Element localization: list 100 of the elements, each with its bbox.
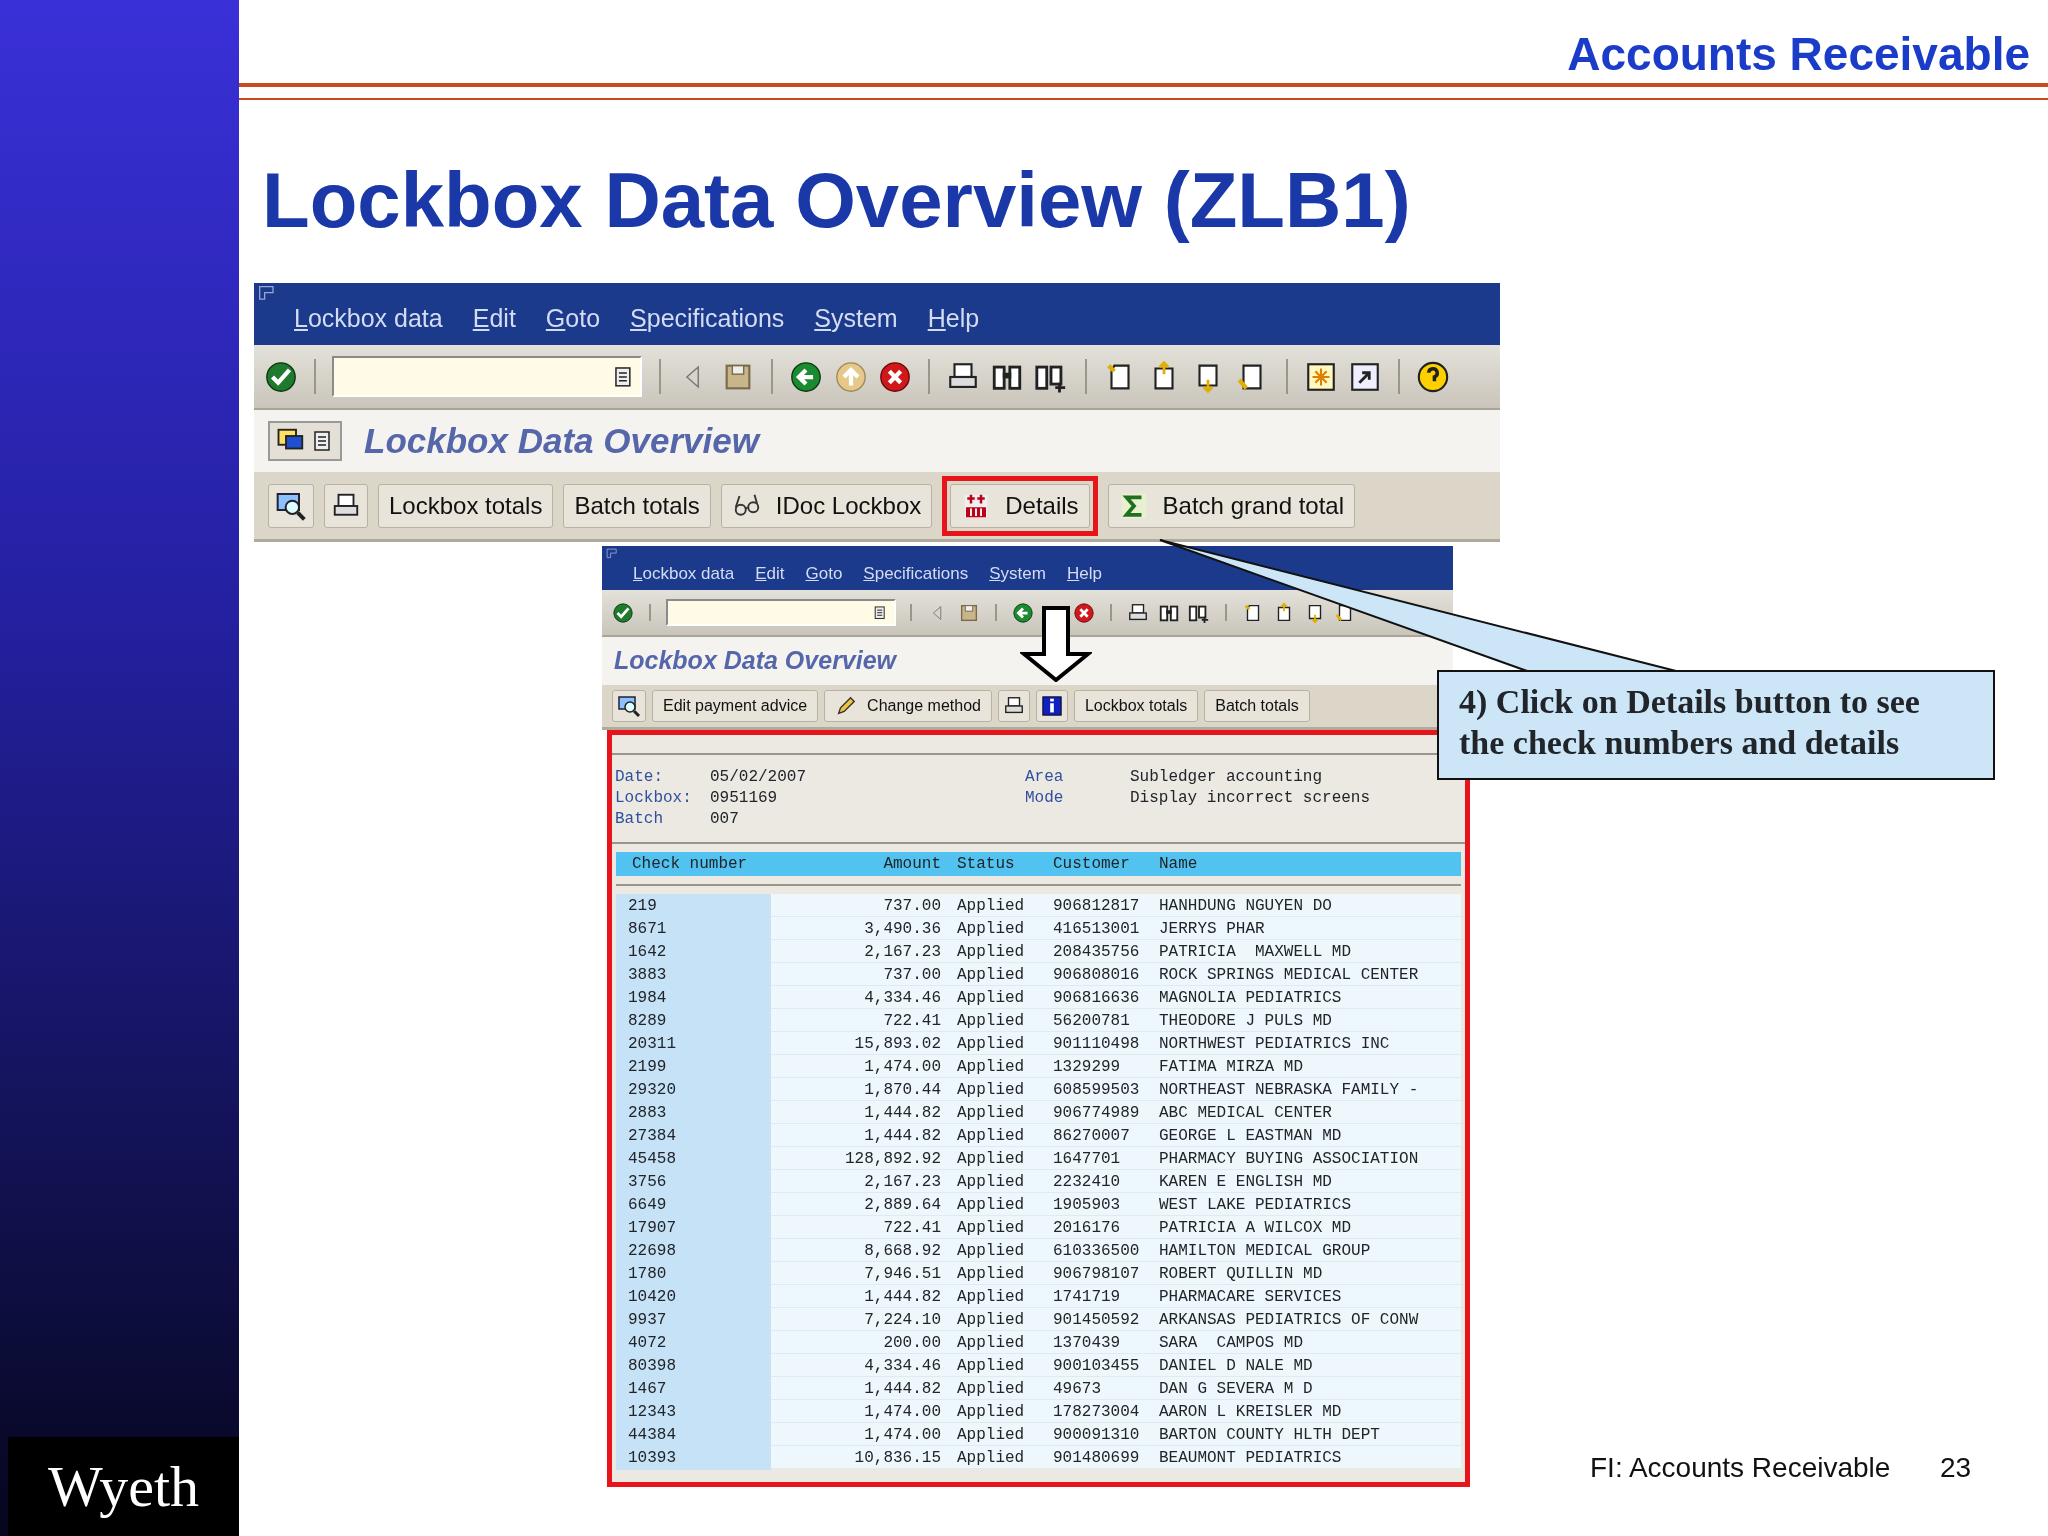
table-cell-text: Applied (956, 1333, 1026, 1354)
table-cell-text: Applied (956, 1034, 1026, 1055)
table-cell-text: 49673 (1053, 1379, 1102, 1400)
toolbar-button[interactable]: Edit payment advice (652, 690, 819, 722)
table-cell-text: Applied (956, 1425, 1026, 1446)
table-cell-text: 10393 (628, 1448, 676, 1469)
menu-item[interactable]: System (814, 299, 898, 337)
table-cell-text: 128,892.92 (844, 1149, 941, 1170)
field-value: Subledger accounting (1130, 767, 1324, 788)
table-cell-text: 27384 (628, 1126, 676, 1147)
footer-text: FI: Accounts Receivable (1590, 1451, 1891, 1485)
table-cell-text: 1,870.44 (863, 1080, 941, 1101)
toolbar-button[interactable]: Lockbox totals (378, 483, 554, 528)
table-cell-text: 44384 (628, 1425, 676, 1446)
table-cell-text: PHARMACY BUYING ASSOCIATION (1159, 1149, 1420, 1170)
table-cell-text: JERRYS PHAR (1159, 919, 1266, 940)
table-cell-text: 9937 (628, 1310, 667, 1331)
table-cell-text: ABC MEDICAL CENTER (1159, 1103, 1333, 1124)
column-header: Check number (631, 854, 749, 875)
table-cell-text: 737.00 (882, 965, 941, 986)
logo: Wyeth (8, 1437, 239, 1536)
table-cell-text: 900103455 (1053, 1356, 1141, 1377)
menu-item[interactable]: Specifications (863, 560, 969, 586)
table-cell-text: 4,334.46 (863, 988, 941, 1009)
table-cell-text: 901110498 (1053, 1034, 1141, 1055)
slide-header: Accounts Receivable (1567, 27, 2030, 82)
table-cell-text: 1780 (628, 1264, 667, 1285)
table-cell-text: 7,224.10 (863, 1310, 941, 1331)
table-cell-text: 2232410 (1053, 1172, 1122, 1193)
table-cell-text: Applied (956, 1310, 1026, 1331)
table-cell-text: AARON L KREISLER MD (1159, 1402, 1343, 1423)
toolbar-button[interactable]: Batch grand total (1107, 483, 1356, 528)
field-label: Batch (615, 809, 664, 830)
table-cell-text: 2199 (628, 1057, 667, 1078)
table-cell-text: 4,334.46 (863, 1356, 941, 1377)
table-cell-text: Applied (956, 1057, 1026, 1078)
menu-item[interactable]: System (989, 560, 1046, 586)
toolbar-button[interactable]: Batch totals (563, 483, 711, 528)
table-cell-text: 722.41 (882, 1011, 941, 1032)
toolbar-button[interactable]: Details (950, 483, 1090, 528)
menu-item[interactable]: Lockbox data (294, 299, 443, 337)
menu-item[interactable]: Help (927, 299, 980, 337)
table-cell-text: 1,444.82 (863, 1103, 941, 1124)
menu-item[interactable]: Specifications (630, 299, 785, 337)
table-cell-text: Applied (956, 988, 1026, 1009)
table-cell-text: 1905903 (1053, 1195, 1122, 1216)
table-cell-text: Applied (956, 1241, 1026, 1262)
table-cell-text: 1,444.82 (863, 1126, 941, 1147)
table-cell-text: 722.41 (882, 1218, 941, 1239)
table-cell-text: 20311 (628, 1034, 676, 1055)
table-cell-text: 1370439 (1053, 1333, 1122, 1354)
callout: 4) Click on Details button to see the check numbers and details (1437, 670, 1995, 780)
menu-item[interactable]: Lockbox data (633, 560, 735, 586)
table-cell-text: 80398 (628, 1356, 676, 1377)
toolbar-button[interactable]: IDoc Lockbox (720, 483, 933, 528)
table-cell-text: 45458 (628, 1149, 676, 1170)
screen-title: Lockbox Data Overview (364, 419, 759, 462)
toolbar-button[interactable]: Change method (824, 690, 992, 722)
table-cell-text: ARKANSAS PEDIATRICS OF CONW (1159, 1310, 1420, 1331)
table-cell-text: 737.00 (882, 896, 941, 917)
table-cell-text: 1,474.00 (863, 1057, 941, 1078)
table-cell-text: 906774989 (1053, 1103, 1141, 1124)
table-cell-text: KAREN E ENGLISH MD (1159, 1172, 1333, 1193)
toolbar-button[interactable]: Batch totals (1204, 690, 1310, 722)
menu-item[interactable]: Goto (805, 560, 843, 586)
menu-item[interactable]: Goto (545, 299, 601, 337)
table-cell-text: 900091310 (1053, 1425, 1141, 1446)
table-cell-text: 901450592 (1053, 1310, 1141, 1331)
toolbar-button[interactable]: Lockbox totals (1073, 690, 1199, 722)
table-cell-text: Applied (956, 942, 1026, 963)
table-cell-text: 608599503 (1053, 1080, 1141, 1101)
field-value: 007 (710, 809, 740, 830)
table-cell-text: 8,668.92 (863, 1241, 941, 1262)
table-cell-text: Applied (956, 965, 1026, 986)
menu-item[interactable]: Edit (472, 299, 516, 337)
table-cell-text: 29320 (628, 1080, 676, 1101)
table-cell-text: 1984 (628, 988, 667, 1009)
table-cell-text: 56200781 (1053, 1011, 1131, 1032)
menu-item[interactable]: Edit (755, 560, 785, 586)
table-cell-text: 4072 (628, 1333, 667, 1354)
table-cell-text: 2,167.23 (863, 942, 941, 963)
table-cell-text: 22698 (628, 1241, 676, 1262)
table-cell-text: GEORGE L EASTMAN MD (1159, 1126, 1343, 1147)
table-cell-text: 1,444.82 (863, 1287, 941, 1308)
table-cell-text: BEAUMONT PEDIATRICS (1159, 1448, 1343, 1469)
table-cell-text: NORTHEAST NEBRASKA FAMILY - (1159, 1080, 1420, 1101)
table-cell-text: 906816636 (1053, 988, 1141, 1009)
table-cell-text: 208435756 (1053, 942, 1141, 963)
field-label: Lockbox: (615, 788, 693, 809)
table-cell-text: NORTHWEST PEDIATRICS INC (1159, 1034, 1391, 1055)
table-cell-text: Applied (956, 1149, 1026, 1170)
field-value: Display incorrect screens (1130, 788, 1372, 809)
table-cell-text: 901480699 (1053, 1448, 1141, 1469)
slide-title: Lockbox Data Overview (ZLB1) (262, 158, 1411, 244)
table-cell-text: 7,946.51 (863, 1264, 941, 1285)
table-cell-text: 906808016 (1053, 965, 1141, 986)
menu-item[interactable]: Help (1066, 560, 1102, 586)
table-cell-text: THEODORE J PULS MD (1159, 1011, 1333, 1032)
table-cell-text: Applied (956, 1356, 1026, 1377)
table-cell-text: 1,474.00 (863, 1402, 941, 1423)
